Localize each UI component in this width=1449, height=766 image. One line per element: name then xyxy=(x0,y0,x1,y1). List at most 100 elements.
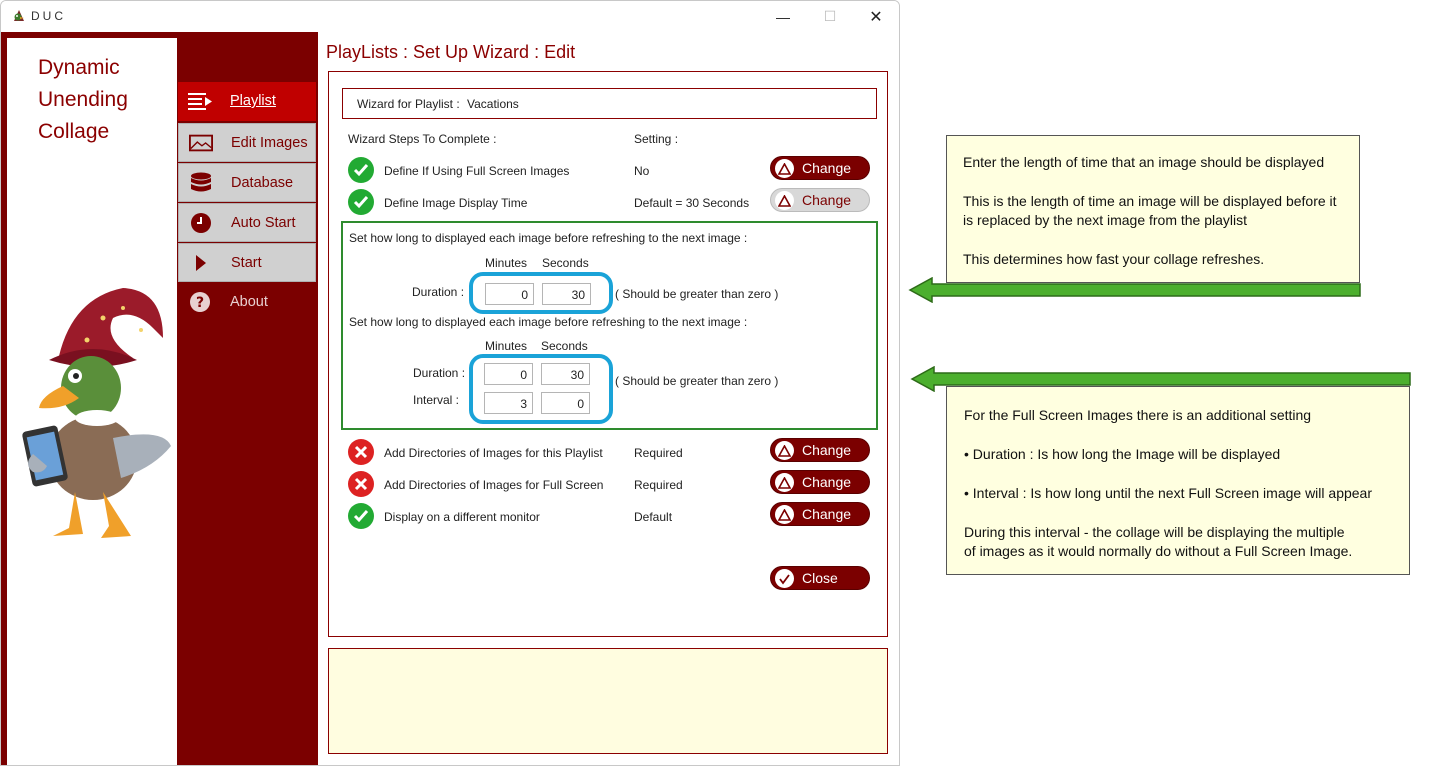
seconds-label: Seconds xyxy=(541,339,588,353)
sidebar-item-label: Database xyxy=(231,175,294,191)
logo-line-1: Dynamic xyxy=(38,56,120,79)
duration-minutes-input[interactable]: 0 xyxy=(485,283,534,305)
callout-line: This is the length of time an image will… xyxy=(963,193,1337,209)
sidebar-item-about[interactable]: ? About xyxy=(178,283,316,322)
callout-line: Enter the length of time that an image s… xyxy=(963,154,1325,170)
sidebar-item-label: Playlist xyxy=(230,93,276,109)
callout-line: For the Full Screen Images there is an a… xyxy=(964,407,1312,423)
help-icon: ? xyxy=(188,291,212,313)
fullscreen-hint: ( Should be greater than zero ) xyxy=(615,374,779,388)
setting-header: Setting : xyxy=(634,132,679,146)
sidebar-item-playlist[interactable]: Playlist xyxy=(178,82,316,121)
change-playlist-dirs-button[interactable]: Change xyxy=(770,438,870,462)
playlist-label: Wizard for Playlist : xyxy=(357,97,460,111)
play-icon xyxy=(189,252,213,274)
fullscreen-interval-seconds-input[interactable]: 0 xyxy=(541,392,590,414)
callout-line: of images as it would normally do withou… xyxy=(964,543,1353,559)
sidebar-item-label: About xyxy=(230,294,268,310)
error-x-icon xyxy=(348,439,374,465)
arrow-left-icon xyxy=(908,277,1361,303)
button-label: Change xyxy=(802,160,852,176)
fullscreen-duration-label: Duration : xyxy=(413,366,466,380)
duration-seconds-input[interactable]: 30 xyxy=(542,283,591,305)
button-label: Change xyxy=(802,192,852,208)
step-label: Add Directories of Images for Full Scree… xyxy=(384,478,604,492)
callout-line: • Duration : Is how long the Image will … xyxy=(964,446,1281,462)
change-fullscreen-dirs-button[interactable]: Change xyxy=(770,470,870,494)
app-logo-icon xyxy=(14,10,24,21)
title-bar[interactable]: DUC — ☐ ✕ xyxy=(1,1,899,32)
arrow-left-icon xyxy=(910,366,1411,392)
page-title: PlayLists : Set Up Wizard : Edit xyxy=(326,42,576,62)
warning-triangle-icon xyxy=(775,441,794,460)
sidebar-item-database[interactable]: Database xyxy=(178,163,316,202)
button-label: Change xyxy=(802,442,852,458)
callout-line: is replaced by the next image from the p… xyxy=(963,212,1248,228)
fullscreen-interval-minutes-input[interactable]: 3 xyxy=(484,392,533,414)
playlist-name: Vacations xyxy=(467,97,519,111)
error-x-icon xyxy=(348,471,374,497)
display-time-panel: Set how long to displayed each image bef… xyxy=(341,221,878,430)
callout-line: • Interval : Is how long until the next … xyxy=(964,485,1372,501)
callout-display-time: Enter the length of time that an image s… xyxy=(946,135,1360,283)
warning-triangle-icon xyxy=(775,191,794,210)
duration-label: Duration : xyxy=(412,285,465,299)
info-message-box xyxy=(328,648,888,754)
button-label: Close xyxy=(802,570,838,586)
button-label: Change xyxy=(802,506,852,522)
maximize-icon: ☐ xyxy=(823,8,837,24)
step-setting: Required xyxy=(634,446,683,460)
fullscreen-interval-label: Interval : xyxy=(413,393,460,407)
sidebar-item-edit-images[interactable]: Edit Images xyxy=(178,123,316,162)
logo-panel: Dynamic Unending Collage xyxy=(7,38,177,765)
minimize-button[interactable]: — xyxy=(760,1,806,32)
steps-header: Wizard Steps To Complete : xyxy=(348,132,497,146)
warning-triangle-icon xyxy=(775,473,794,492)
minimize-icon: — xyxy=(776,8,790,25)
fullscreen-time-instruction: Set how long to displayed each image bef… xyxy=(349,315,748,329)
checkmark-icon xyxy=(775,569,794,588)
list-icon xyxy=(188,90,212,112)
seconds-label: Seconds xyxy=(542,256,589,270)
duration-hint: ( Should be greater than zero ) xyxy=(615,287,779,301)
app-window: DUC — ☐ ✕ Dynamic Unending Collage Playl… xyxy=(0,0,900,766)
warning-triangle-icon xyxy=(775,505,794,524)
step-label: Add Directories of Images for this Playl… xyxy=(384,446,603,460)
change-full-screen-button[interactable]: Change xyxy=(770,156,870,180)
playlist-name-box: Wizard for Playlist : Vacations xyxy=(342,88,877,119)
callout-line: This determines how fast your collage re… xyxy=(963,251,1265,267)
maximize-button[interactable]: ☐ xyxy=(807,1,853,32)
fullscreen-duration-seconds-input[interactable]: 30 xyxy=(541,363,590,385)
logo-line-2: Unending xyxy=(38,88,128,111)
callout-full-screen: For the Full Screen Images there is an a… xyxy=(946,386,1410,575)
check-icon xyxy=(348,157,374,183)
close-icon: ✕ xyxy=(869,8,883,26)
change-display-time-button[interactable]: Change xyxy=(770,188,870,212)
change-monitor-button[interactable]: Change xyxy=(770,502,870,526)
fullscreen-duration-minutes-input[interactable]: 0 xyxy=(484,363,533,385)
sidebar-item-auto-start[interactable]: Auto Start xyxy=(178,203,316,242)
warning-triangle-icon xyxy=(775,159,794,178)
step-setting: Default = 30 Seconds xyxy=(634,196,750,210)
check-icon xyxy=(348,189,374,215)
svg-text:?: ? xyxy=(196,295,204,311)
sidebar-item-label: Auto Start xyxy=(231,215,296,231)
logo-line-3: Collage xyxy=(38,120,110,143)
close-window-button[interactable]: ✕ xyxy=(853,1,899,32)
minutes-label: Minutes xyxy=(485,256,528,270)
clock-icon xyxy=(189,212,213,234)
step-setting: Required xyxy=(634,478,683,492)
database-icon xyxy=(189,172,213,194)
step-setting: No xyxy=(634,164,650,178)
close-button[interactable]: Close xyxy=(770,566,870,590)
wizard-duck-mascot-icon xyxy=(22,288,171,538)
check-icon xyxy=(348,503,374,529)
display-time-instruction: Set how long to displayed each image bef… xyxy=(349,231,748,245)
step-setting: Default xyxy=(634,510,673,524)
wizard-panel: Wizard for Playlist : Vacations Wizard S… xyxy=(328,71,888,637)
step-label: Display on a different monitor xyxy=(384,510,540,524)
sidebar-item-label: Start xyxy=(231,255,262,271)
window-title: DUC xyxy=(31,9,66,23)
step-label: Define If Using Full Screen Images xyxy=(384,164,570,178)
sidebar-item-start[interactable]: Start xyxy=(178,243,316,282)
